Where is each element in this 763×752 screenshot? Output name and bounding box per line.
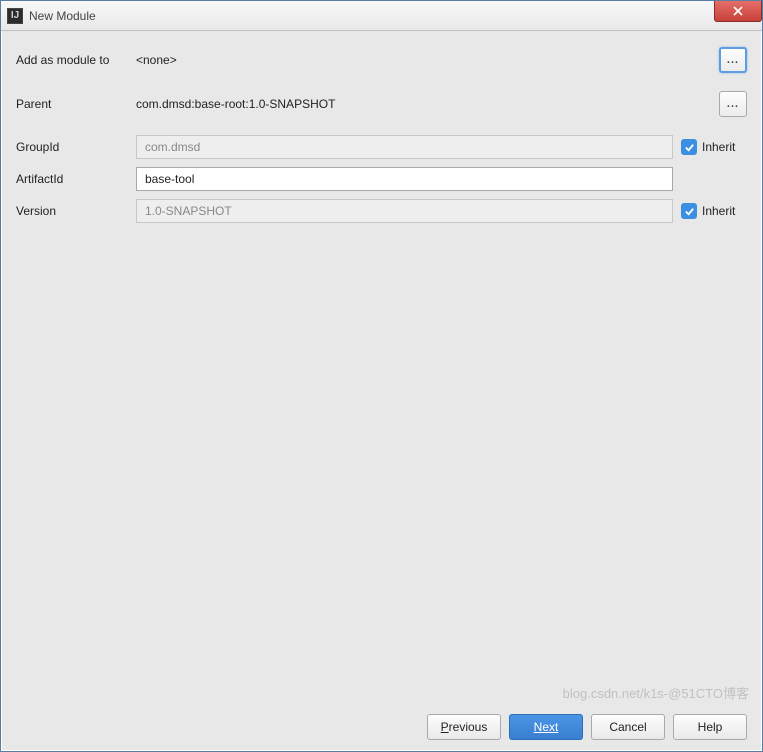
button-bar: Previous Next Cancel Help — [16, 704, 747, 740]
row-add-as-module: Add as module to <none> ... — [16, 47, 747, 73]
checkbox-inherit-group-id[interactable] — [681, 139, 697, 155]
window-title: New Module — [29, 9, 96, 23]
row-version: Version Inherit — [16, 199, 747, 223]
dialog-window: IJ New Module Add as module to <none> ..… — [0, 0, 763, 752]
previous-button[interactable]: Previous — [427, 714, 501, 740]
browse-parent-button[interactable]: ... — [719, 91, 747, 117]
input-group-id — [136, 135, 673, 159]
checkbox-inherit-version[interactable] — [681, 203, 697, 219]
form-area: Add as module to <none> ... Parent com.d… — [16, 47, 747, 704]
browse-add-as-module-button[interactable]: ... — [719, 47, 747, 73]
titlebar[interactable]: IJ New Module — [1, 1, 762, 31]
check-icon — [684, 142, 695, 153]
help-button[interactable]: Help — [673, 714, 747, 740]
label-group-id: GroupId — [16, 140, 136, 154]
next-button[interactable]: Next — [509, 714, 583, 740]
inherit-group-id: Inherit — [681, 139, 747, 155]
label-add-as-module: Add as module to — [16, 53, 136, 67]
app-icon: IJ — [7, 8, 23, 24]
previous-label-rest: revious — [449, 720, 488, 734]
row-artifact-id: ArtifactId — [16, 167, 747, 191]
value-parent: com.dmsd:base-root:1.0-SNAPSHOT — [136, 97, 711, 111]
close-icon — [733, 6, 743, 16]
value-add-as-module: <none> — [136, 53, 711, 67]
row-group-id: GroupId Inherit — [16, 135, 747, 159]
next-label: Next — [534, 720, 559, 734]
inherit-version: Inherit — [681, 203, 747, 219]
row-parent: Parent com.dmsd:base-root:1.0-SNAPSHOT .… — [16, 91, 747, 117]
label-parent: Parent — [16, 97, 136, 111]
inherit-label-version: Inherit — [702, 204, 735, 218]
close-button[interactable] — [714, 1, 762, 22]
label-artifact-id: ArtifactId — [16, 172, 136, 186]
cancel-button[interactable]: Cancel — [591, 714, 665, 740]
input-version — [136, 199, 673, 223]
inherit-label-group-id: Inherit — [702, 140, 735, 154]
label-version: Version — [16, 204, 136, 218]
content-area: Add as module to <none> ... Parent com.d… — [1, 31, 762, 751]
input-artifact-id[interactable] — [136, 167, 673, 191]
check-icon — [684, 206, 695, 217]
